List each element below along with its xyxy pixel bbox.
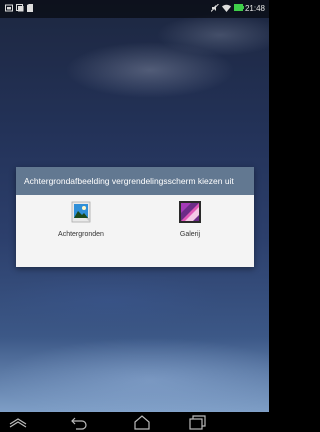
dialog-title: Achtergrondafbeelding vergrendelingssche… [16, 167, 254, 195]
status-bar: 21:48 [0, 0, 269, 18]
hide-icon[interactable] [6, 414, 30, 430]
wifi-icon [222, 4, 231, 12]
wallpaper-source-dialog: Achtergrondafbeelding vergrendelingssche… [16, 167, 254, 267]
option-gallery-label: Galerij [179, 231, 201, 238]
status-time: 21:48 [244, 4, 265, 13]
screenshot-icon [5, 4, 13, 12]
gallery-notification-icon [16, 4, 24, 12]
option-wallpapers-label: Achtergronden [58, 231, 104, 238]
option-gallery[interactable]: Galerij [130, 199, 250, 238]
recent-apps-icon[interactable] [185, 414, 209, 430]
back-icon[interactable] [67, 414, 91, 430]
sd-card-icon [27, 4, 33, 12]
wallpapers-icon [71, 201, 91, 223]
option-wallpapers[interactable]: Achtergronden [21, 199, 141, 238]
home-icon[interactable] [130, 414, 154, 430]
gallery-icon [179, 201, 201, 223]
lock-screen-wallpaper-chooser: 21:48 Achtergrondafbeelding vergrendelin… [0, 0, 269, 432]
battery-icon [234, 4, 244, 11]
mute-icon [211, 4, 219, 12]
navigation-bar [0, 412, 269, 432]
